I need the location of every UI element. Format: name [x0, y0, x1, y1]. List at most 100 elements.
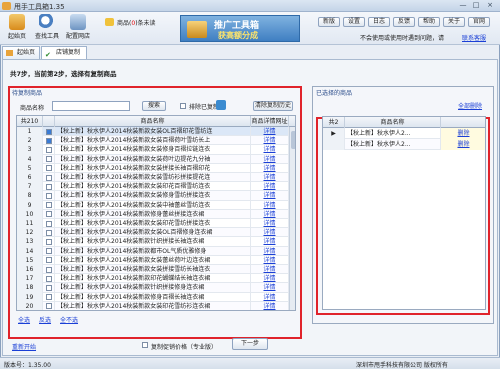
table-row[interactable]: 14 【秋上新】秋水伊人2014秋装新款都市OL气质优雅修身 详情: [17, 246, 289, 256]
detail-link[interactable]: 详情: [251, 301, 289, 310]
refresh-icon[interactable]: [216, 100, 226, 110]
row-checkbox[interactable]: [43, 274, 55, 284]
detail-link[interactable]: 详情: [251, 173, 289, 183]
delete-link[interactable]: 删除: [441, 139, 485, 150]
detail-link[interactable]: 详情: [251, 265, 289, 275]
table-row[interactable]: 4 【秋上新】秋水伊人2014秋装新款女装荷叶边提花九分袖 详情: [17, 154, 289, 164]
tab-home[interactable]: 起始页: [2, 46, 40, 59]
feedback-button[interactable]: 反馈: [393, 17, 415, 27]
selected-row[interactable]: 【秋上新】秋水伊人2... 删除: [323, 139, 485, 150]
detail-link[interactable]: 详情: [251, 182, 289, 192]
row-checkbox[interactable]: [43, 182, 55, 192]
detail-link[interactable]: 详情: [251, 228, 289, 238]
about-button[interactable]: 关于: [443, 17, 465, 27]
contact-support-link[interactable]: 联系客服: [462, 33, 486, 42]
table-row[interactable]: 15 【秋上新】秋水伊人2014秋装新款女装蕾丝荷叶边连衣裙 详情: [17, 255, 289, 265]
table-row[interactable]: 20 【秋上新】秋水伊人2014秋装新款女装印花雪纺衫连衣裙 详情: [17, 301, 289, 310]
row-checkbox[interactable]: [43, 154, 55, 164]
selected-row[interactable]: ▶ 【秋上新】秋水伊人2... 删除: [323, 128, 485, 139]
scrollbar-thumb[interactable]: [291, 131, 295, 149]
row-checkbox[interactable]: [43, 246, 55, 256]
detail-link[interactable]: 详情: [251, 255, 289, 265]
row-checkbox[interactable]: [43, 191, 55, 201]
table-row[interactable]: 7 【秋上新】秋水伊人2014秋装新款女装印花百褶雪纺连衣 详情: [17, 182, 289, 192]
row-checkbox[interactable]: [43, 163, 55, 173]
detail-link[interactable]: 详情: [251, 163, 289, 173]
unread-text[interactable]: 商品(0)条未读: [117, 18, 156, 27]
select-all-link[interactable]: 全选: [18, 315, 30, 324]
row-checkbox[interactable]: [43, 200, 55, 210]
detail-link[interactable]: 详情: [251, 283, 289, 293]
table-row[interactable]: 19 【秋上新】秋水伊人2014秋装新款修身百褶长袖连衣裙 详情: [17, 292, 289, 302]
message-icon[interactable]: [105, 18, 114, 26]
row-checkbox[interactable]: [43, 209, 55, 219]
table-row[interactable]: 2 【秋上新】秋水伊人2014秋装新款女装百褶荷叶雪纺长上 详情: [17, 136, 289, 146]
row-checkbox[interactable]: [43, 136, 55, 146]
search-button[interactable]: 搜索: [142, 101, 166, 111]
delete-link[interactable]: 删除: [441, 128, 485, 139]
row-checkbox[interactable]: [43, 228, 55, 238]
help-button[interactable]: 帮助: [418, 17, 440, 27]
detail-link[interactable]: 详情: [251, 274, 289, 284]
new-version-button[interactable]: 新版: [318, 17, 340, 27]
row-number: 17: [17, 274, 43, 284]
invert-selection-link[interactable]: 反选: [39, 315, 51, 324]
minimize-button[interactable]: —: [458, 1, 468, 10]
table-row[interactable]: 12 【秋上新】秋水伊人2014秋装新款女装OL百褶修身连衣裙 详情: [17, 228, 289, 238]
table-row[interactable]: 16 【秋上新】秋水伊人2014秋装新款女装拼接雪纺长袖连衣 详情: [17, 265, 289, 275]
detail-link[interactable]: 详情: [251, 145, 289, 155]
row-checkbox[interactable]: [43, 173, 55, 183]
row-checkbox[interactable]: [43, 265, 55, 275]
detail-link[interactable]: 详情: [251, 200, 289, 210]
select-none-link[interactable]: 全不选: [60, 315, 78, 324]
row-checkbox[interactable]: [43, 283, 55, 293]
maximize-button[interactable]: □: [471, 1, 481, 10]
row-checkbox[interactable]: [43, 255, 55, 265]
row-checkbox[interactable]: [43, 237, 55, 247]
row-number: 8: [17, 191, 43, 201]
row-checkbox[interactable]: [43, 127, 55, 137]
detail-link[interactable]: 详情: [251, 154, 289, 164]
detail-link[interactable]: 详情: [251, 246, 289, 256]
table-row[interactable]: 5 【秋上新】秋水伊人2014秋装新款女装拼接长袖百褶印花 详情: [17, 163, 289, 173]
exclude-copied-checkbox[interactable]: [180, 102, 186, 109]
copy-promo-price-checkbox[interactable]: [142, 341, 148, 348]
detail-link[interactable]: 详情: [251, 219, 289, 229]
table-row[interactable]: 11 【秋上新】秋水伊人2014秋装新款女装印花雪纺拼接连衣 详情: [17, 219, 289, 229]
detail-link[interactable]: 详情: [251, 191, 289, 201]
detail-link[interactable]: 详情: [251, 127, 289, 137]
detail-link[interactable]: 详情: [251, 136, 289, 146]
product-name-input[interactable]: [52, 101, 130, 111]
table-row[interactable]: 13 【秋上新】秋水伊人2014秋装新款针织拼接长袖连衣裙 详情: [17, 237, 289, 247]
detail-link[interactable]: 详情: [251, 292, 289, 302]
table-row[interactable]: 17 【秋上新】秋水伊人2014秋装新款印花蝴蝶结长袖连衣裙 详情: [17, 274, 289, 284]
restart-link[interactable]: 重新开始: [12, 342, 36, 351]
search-tool-button[interactable]: 查找工具: [33, 13, 61, 44]
delete-all-link[interactable]: 全部删除: [458, 101, 482, 110]
row-checkbox[interactable]: [43, 145, 55, 155]
official-site-button[interactable]: 官网: [468, 17, 490, 27]
settings-button[interactable]: 设置: [343, 17, 365, 27]
close-button[interactable]: ×: [485, 1, 495, 10]
detail-link[interactable]: 详情: [251, 237, 289, 247]
tab-shop-copy[interactable]: ✔ 店铺复制: [41, 46, 87, 59]
clear-history-button[interactable]: 清除复制历史: [253, 101, 293, 111]
table-row[interactable]: 6 【秋上新】秋水伊人2014秋装新款女装雪纺衫拼接提花连 详情: [17, 173, 289, 183]
row-checkbox[interactable]: [43, 292, 55, 302]
table-row[interactable]: 10 【秋上新】秋水伊人2014秋装新款修身蕾丝拼接连衣裙 详情: [17, 209, 289, 219]
next-step-button[interactable]: 下一步: [232, 338, 268, 350]
vertical-scrollbar[interactable]: [289, 127, 295, 310]
detail-link[interactable]: 详情: [251, 209, 289, 219]
promo-banner[interactable]: 推广工具箱 获高额分成: [180, 15, 300, 42]
product-name-cell: 【秋上新】秋水伊人2014秋装新款修身蕾丝拼接连衣裙: [55, 209, 251, 219]
row-checkbox[interactable]: [43, 301, 55, 310]
table-row[interactable]: 1 【秋上新】秋水伊人2014秋装新款女装OL百褶印花雪纺连 详情: [17, 127, 289, 137]
table-row[interactable]: 8 【秋上新】秋水伊人2014秋装新款女装修身雪纺拼接连衣 详情: [17, 191, 289, 201]
row-checkbox[interactable]: [43, 219, 55, 229]
home-tool-button[interactable]: 起始页: [3, 13, 31, 44]
log-button[interactable]: 日志: [368, 17, 390, 27]
table-row[interactable]: 3 【秋上新】秋水伊人2014秋装新款女装修身百褶拉链连衣 详情: [17, 145, 289, 155]
config-shop-button[interactable]: 配置网店: [64, 13, 92, 44]
table-row[interactable]: 9 【秋上新】秋水伊人2014秋装新款女装中袖蕾丝雪纺连衣 详情: [17, 200, 289, 210]
table-row[interactable]: 18 【秋上新】秋水伊人2014秋装新款针织拼接修身连衣裙 详情: [17, 283, 289, 293]
